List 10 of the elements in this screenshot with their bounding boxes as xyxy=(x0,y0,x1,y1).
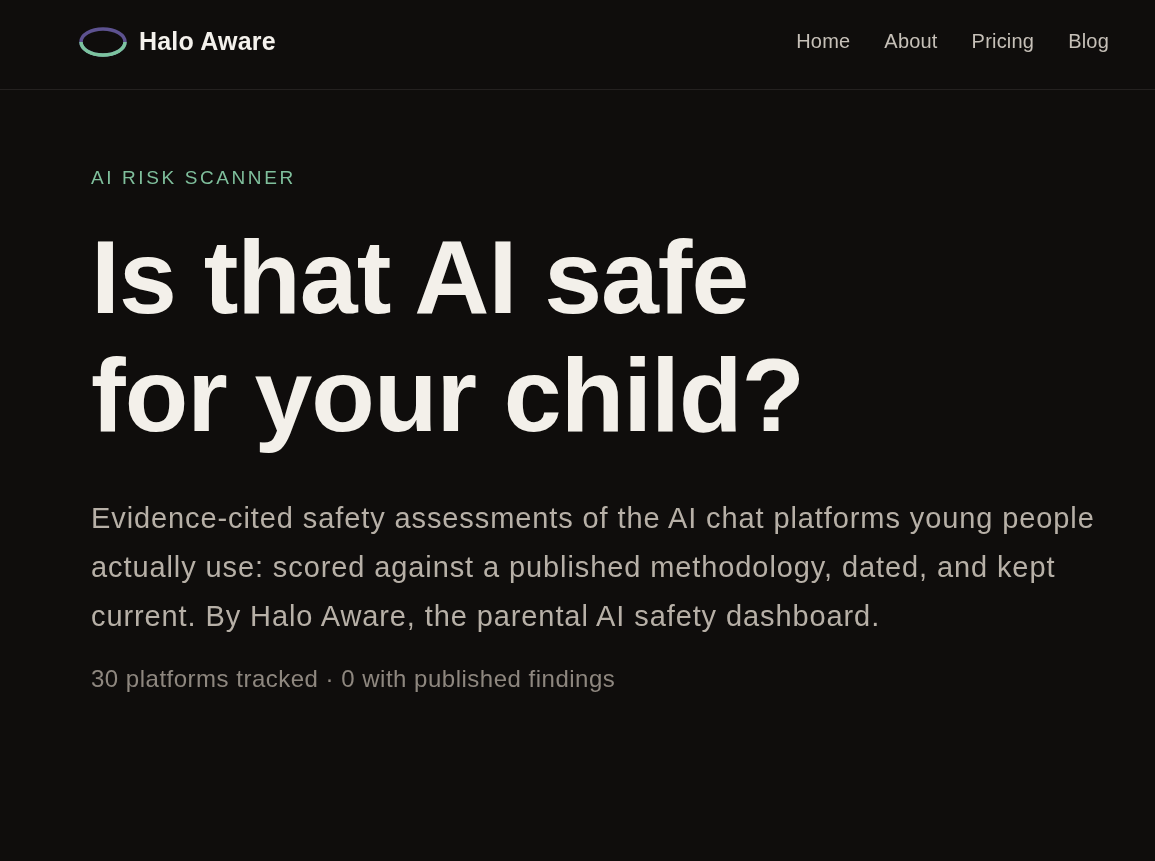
hero-description: Evidence-cited safety assessments of the AI chat platforms young people actually use: scored against a published methodology, dated, and kept current. By Halo Aware, the parental AI safety dashboard. xyxy=(91,501,1096,634)
nav-link[interactable]: Pricing xyxy=(971,30,1035,53)
nav-link[interactable]: About xyxy=(884,30,938,53)
nav-link[interactable]: Blog xyxy=(1068,30,1109,53)
brand-name[interactable]: Halo Aware xyxy=(139,27,276,56)
stats-line: 30 platforms tracked · 0 with published findings xyxy=(91,665,617,693)
ring-logo-icon xyxy=(79,25,127,58)
hero-headline: Is that AI safe for your child? xyxy=(91,218,805,454)
eyebrow-label: AI RISK SCANNER xyxy=(91,166,297,190)
nav-link[interactable]: Home xyxy=(796,30,851,53)
